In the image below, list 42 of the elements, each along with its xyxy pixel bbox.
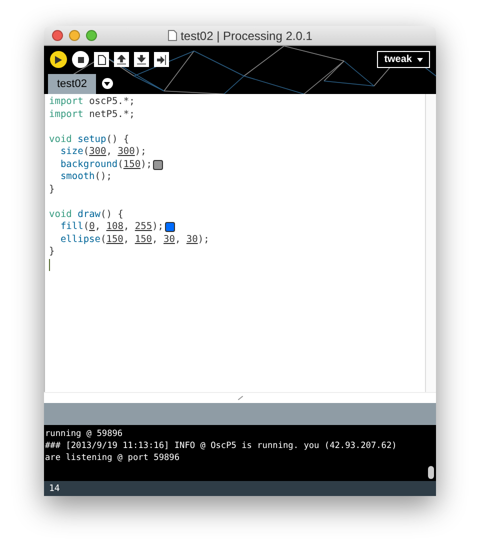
console-line: are listening @ port 59896: [45, 452, 181, 464]
code-line: size(300, 300);: [59, 146, 146, 158]
stop-button[interactable]: [72, 51, 89, 68]
caret-icon: [104, 82, 110, 86]
zoom-button[interactable]: [86, 30, 97, 41]
document-icon: [168, 30, 177, 41]
code-line: void setup() {: [49, 134, 130, 146]
save-button[interactable]: [134, 52, 149, 67]
minimize-button[interactable]: [69, 30, 80, 41]
close-button[interactable]: [52, 30, 63, 41]
code-line: }: [49, 184, 55, 196]
stop-icon: [78, 56, 84, 62]
export-button[interactable]: [154, 52, 169, 67]
new-button[interactable]: [94, 52, 109, 67]
code-line: }: [49, 246, 55, 258]
document-icon: [98, 54, 106, 64]
play-icon: [55, 56, 62, 64]
line-number: 14: [49, 484, 60, 494]
mode-dropdown[interactable]: tweak: [377, 51, 430, 68]
window-title: test02 | Processing 2.0.1: [180, 28, 312, 42]
export-arrow-icon: [156, 54, 166, 64]
code-line: background(150);: [59, 158, 152, 171]
download-icon: [137, 54, 146, 64]
console-line: running @ 59896: [45, 428, 124, 440]
code-line: smooth();: [59, 171, 112, 184]
code-line: ellipse(150, 150, 30, 30);: [59, 234, 210, 246]
scrollbar-thumb[interactable]: [428, 466, 434, 479]
resize-grip-icon[interactable]: [238, 396, 242, 400]
caret-icon: [417, 58, 423, 62]
color-swatch[interactable]: [164, 222, 175, 232]
console-line: ### [2013/9/19 11:13:16] INFO @ OscP5 is running. you (42.93.207.62): [45, 440, 398, 452]
text-cursor: [49, 258, 50, 271]
editor-tab[interactable]: test02: [48, 74, 96, 94]
color-swatch[interactable]: [153, 160, 164, 170]
code-line: import oscP5.*;: [49, 96, 135, 108]
open-button[interactable]: [114, 52, 129, 67]
code-line: import netP5.*;: [49, 108, 135, 121]
code-line: void draw() {: [49, 208, 124, 221]
run-button[interactable]: [50, 51, 67, 68]
upload-icon: [117, 54, 126, 64]
tab-menu-button[interactable]: [102, 78, 113, 89]
code-line: fill(0, 108, 255);: [59, 221, 164, 234]
